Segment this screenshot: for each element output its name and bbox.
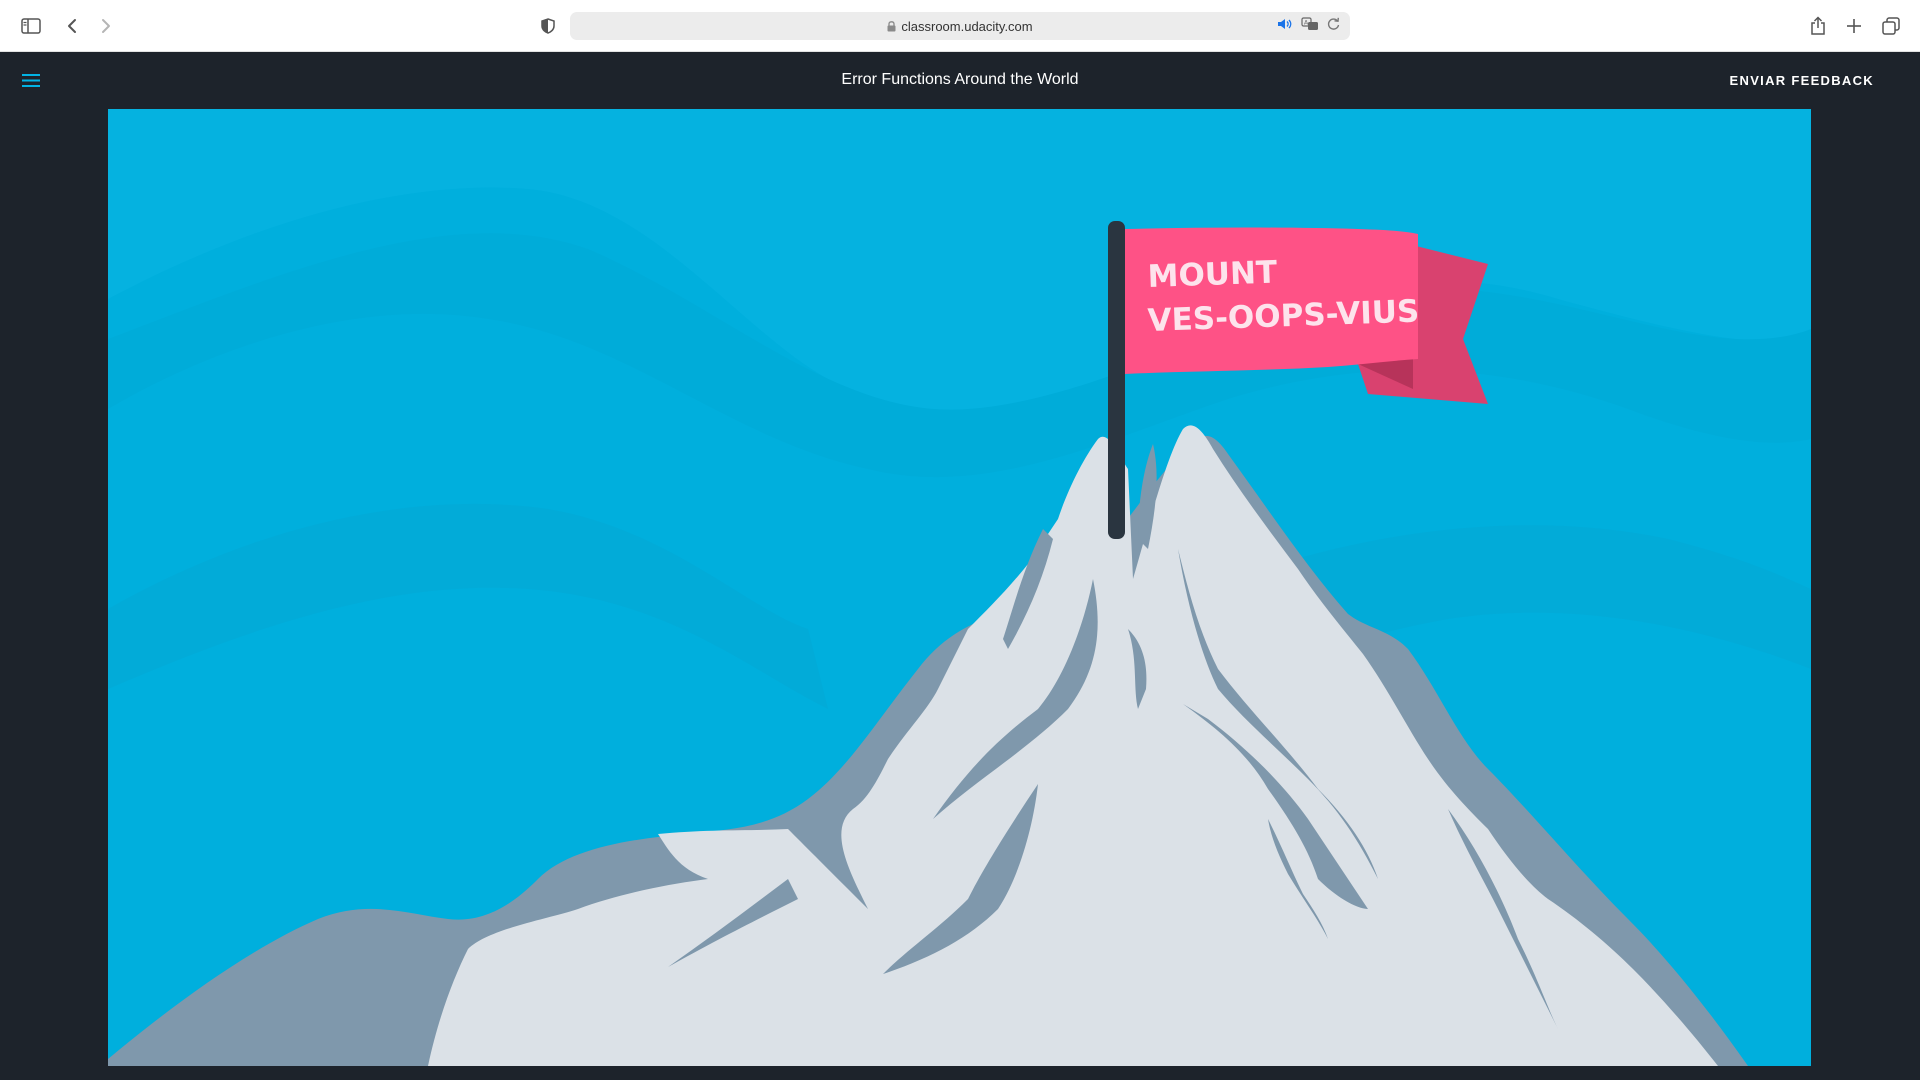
plus-icon (1847, 19, 1861, 33)
forward-button[interactable] (92, 12, 120, 40)
share-icon (1811, 16, 1825, 35)
speaker-icon[interactable] (1277, 17, 1293, 36)
chevron-left-icon (68, 19, 76, 33)
lock-icon (887, 20, 896, 32)
sidebar-icon (21, 18, 41, 34)
address-bar[interactable]: classroom.udacity.com A (570, 12, 1350, 40)
sidebar-toggle-button[interactable] (17, 12, 45, 40)
lesson-title: Error Functions Around the World (841, 71, 1079, 88)
flag-pole (1108, 221, 1125, 539)
classroom-header: Error Functions Around the World ENVIAR … (0, 52, 1920, 108)
video-frame[interactable]: MOUNT VES-OOPS-VIUS (108, 109, 1811, 1066)
share-button[interactable] (1804, 12, 1832, 40)
chevron-right-icon (102, 19, 110, 33)
sky-wave (108, 503, 828, 709)
flag-text-line1: MOUNT (1147, 254, 1278, 294)
translate-icon[interactable]: A (1301, 16, 1319, 36)
mountain-snow (428, 425, 1718, 1066)
back-button[interactable] (58, 12, 86, 40)
reload-icon[interactable] (1327, 17, 1340, 36)
new-tab-button[interactable] (1840, 12, 1868, 40)
privacy-report-button[interactable] (534, 12, 562, 40)
tab-overview-button[interactable] (1877, 12, 1905, 40)
mountain-illustration: MOUNT VES-OOPS-VIUS (108, 109, 1811, 1066)
shield-icon (541, 18, 555, 34)
tab-overview-icon (1882, 17, 1900, 35)
browser-toolbar: classroom.udacity.com A (0, 0, 1920, 52)
send-feedback-button[interactable]: ENVIAR FEEDBACK (1730, 52, 1874, 108)
url-text: classroom.udacity.com (901, 18, 1033, 34)
